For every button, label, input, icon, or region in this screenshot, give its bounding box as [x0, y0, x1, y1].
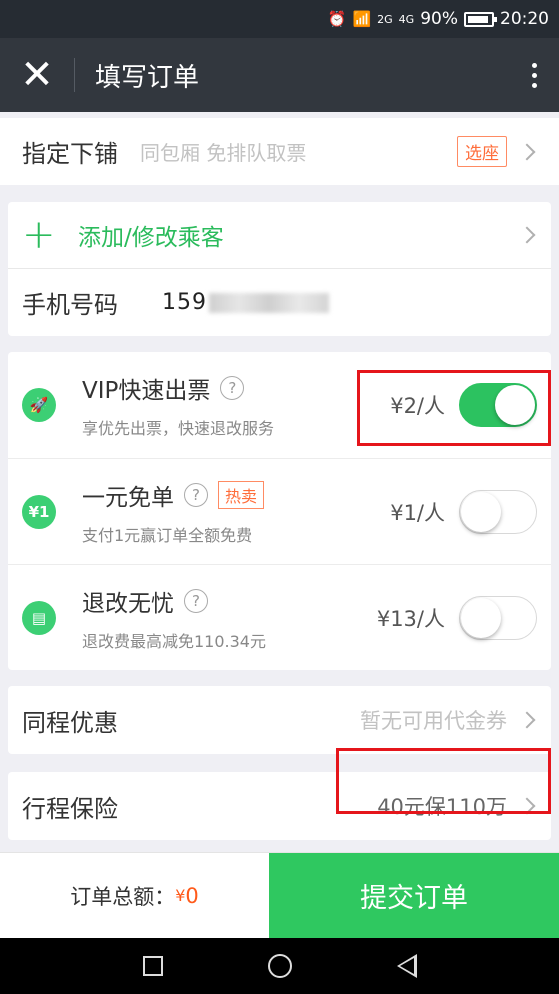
coupon-row[interactable]: 同程优惠 暂无可用代金券 — [8, 686, 551, 754]
help-icon[interactable]: ? — [184, 588, 208, 613]
close-icon[interactable]: ✕ — [0, 38, 74, 112]
insurance-value: 40元保110万 — [377, 795, 507, 819]
order-footer: 订单总额： ¥ 0 提交订单 — [0, 852, 559, 938]
insurance-row[interactable]: 行程保险 40元保110万 — [8, 772, 551, 840]
passenger-card: + 添加/修改乘客 手机号码 159 — [8, 202, 551, 336]
service-free-order: ¥1 一元免单? 热卖 支付1元赢订单全额免费 ¥1/人 — [8, 458, 551, 564]
total-amount: 0 — [185, 883, 199, 908]
chevron-right-icon — [518, 226, 536, 244]
service-title: 退改无忧 — [82, 590, 174, 617]
page-title: 填写订单 — [95, 62, 200, 93]
berth-hint: 同包厢 免排队取票 — [140, 141, 307, 165]
chevron-right-icon — [518, 143, 536, 160]
berth-label: 指定下铺 — [22, 140, 118, 168]
service-price: ¥2/人 — [390, 394, 445, 418]
signal-2g-icon: 2G — [377, 12, 393, 26]
system-nav-bar — [0, 938, 559, 994]
service-title: 一元免单 — [82, 484, 174, 511]
free-order-toggle[interactable] — [459, 489, 537, 534]
help-icon[interactable]: ? — [184, 482, 208, 507]
phone-value[interactable]: 159 — [162, 290, 329, 315]
service-vip: 🚀 VIP快速出票? 享优先出票，快速退改服务 ¥2/人 — [8, 352, 551, 458]
signal-4g-icon: 4G — [398, 12, 415, 26]
battery-percent: 90% — [420, 9, 458, 29]
submit-order-button[interactable]: 提交订单 — [269, 853, 559, 938]
service-title: VIP快速出票 — [82, 378, 211, 404]
clock: 20:20 — [500, 9, 549, 29]
hot-badge: 热卖 — [218, 480, 265, 509]
nav-divider — [74, 58, 75, 92]
services-card: 🚀 VIP快速出票? 享优先出票，快速退改服务 ¥2/人 ¥1 一元免单? 热卖 … — [8, 352, 551, 670]
service-desc: 退改费最高减免110.34元 — [82, 631, 266, 651]
phone-label: 手机号码 — [22, 291, 118, 319]
more-menu-icon[interactable] — [509, 62, 559, 88]
alarm-icon: ⏰ — [327, 10, 347, 28]
coupon-label: 同程优惠 — [22, 708, 118, 737]
home-icon[interactable] — [267, 954, 292, 978]
coupon-icon: ¥1 — [22, 494, 56, 529]
select-seat-tag[interactable]: 选座 — [457, 136, 507, 167]
nav-bar: ✕ 填写订单 — [0, 38, 559, 112]
total-currency: ¥ — [175, 886, 186, 905]
battery-icon — [464, 11, 497, 27]
rocket-icon: 🚀 — [22, 388, 56, 422]
coupon-value: 暂无可用代金券 — [360, 709, 507, 733]
redacted-phone — [209, 293, 329, 313]
help-icon[interactable]: ? — [220, 376, 245, 400]
insurance-label: 行程保险 — [22, 794, 118, 823]
phone-row[interactable]: 手机号码 159 — [8, 269, 551, 336]
service-refund: ▤ 退改无忧? 退改费最高减免110.34元 ¥13/人 — [8, 564, 551, 670]
service-desc: 支付1元赢订单全额免费 — [82, 525, 253, 545]
refund-toggle[interactable] — [459, 595, 537, 640]
plus-icon: + — [22, 212, 56, 258]
ticket-icon: ▤ — [22, 600, 56, 635]
service-desc: 享优先出票，快速退改服务 — [82, 419, 275, 438]
vip-toggle[interactable] — [459, 383, 537, 427]
add-passenger-label: 添加/修改乘客 — [78, 225, 224, 251]
status-bar: ⏰ 📶 2G 4G 90% 20:20 — [0, 0, 559, 38]
lower-berth-row[interactable]: 指定下铺 同包厢 免排队取票 选座 — [0, 118, 559, 185]
order-total: 订单总额： ¥ 0 — [0, 853, 269, 938]
wifi-icon: 📶 — [352, 10, 372, 28]
add-passenger-row[interactable]: + 添加/修改乘客 — [8, 202, 551, 269]
back-icon[interactable] — [396, 954, 417, 978]
total-label: 订单总额： — [70, 884, 176, 909]
chevron-right-icon — [518, 797, 536, 815]
chevron-right-icon — [518, 711, 536, 729]
service-price: ¥13/人 — [376, 606, 445, 631]
service-price: ¥1/人 — [390, 500, 445, 525]
recent-apps-icon[interactable] — [142, 956, 163, 976]
